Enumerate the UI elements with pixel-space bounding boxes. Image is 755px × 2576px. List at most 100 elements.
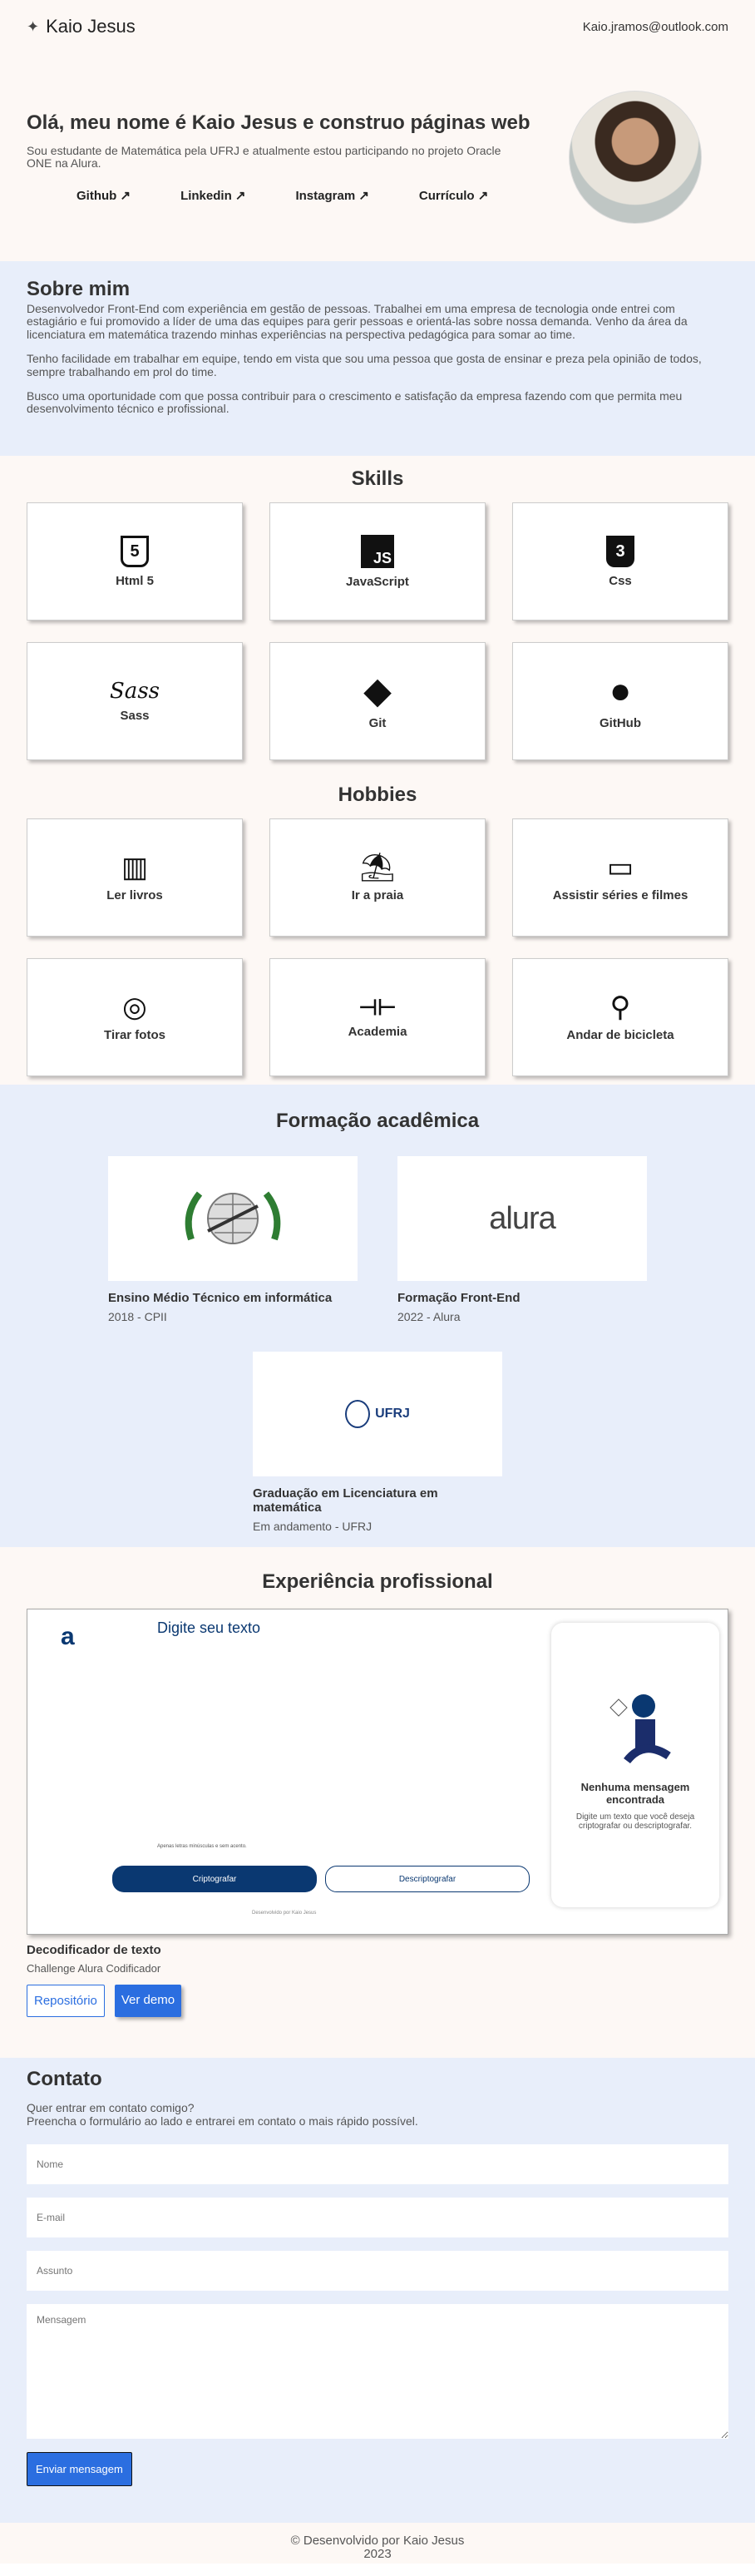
- cpii-emblem-icon: [185, 1191, 281, 1244]
- name-input[interactable]: [27, 2144, 728, 2184]
- css3-icon: 3: [606, 535, 634, 567]
- app-hint: Apenas letras minúsculas e sem acento.: [157, 1844, 247, 1849]
- contact-line: Preencha o formulário ao lado e entrarei…: [27, 2114, 418, 2128]
- education-title: Ensino Médio Técnico em informática: [108, 1291, 333, 1305]
- contact-title: Contato: [27, 2068, 102, 2090]
- skills-grid: 5 Html 5 JS JavaScript 3 Css Sass Sass ◆…: [0, 502, 755, 760]
- education-card: Ensino Médio Técnico em informática 2018…: [108, 1156, 358, 1323]
- app-footer: Desenvolvido por Kaio Jesus: [252, 1911, 317, 1916]
- books-icon: ▥: [121, 851, 149, 883]
- sparkle-icon: ✦: [27, 17, 40, 35]
- skill-label: Sass: [120, 708, 150, 723]
- resume-link[interactable]: Currículo ↗: [419, 188, 488, 203]
- demo-button[interactable]: Ver demo: [114, 1985, 182, 2017]
- skill-label: JavaScript: [346, 574, 409, 589]
- hobby-label: Ir a praia: [351, 888, 404, 902]
- avatar: [569, 91, 702, 224]
- hobby-card-bike: ⚲ Andar de bicicleta: [512, 958, 728, 1076]
- app-placeholder: Digite seu texto: [157, 1619, 261, 1636]
- about-paragraph: Desenvolvedor Front-End com experiência …: [27, 302, 688, 341]
- about-title: Sobre mim: [27, 278, 131, 300]
- hero-title: Olá, meu nome é Kaio Jesus e construo pá…: [27, 111, 530, 134]
- project-screenshot[interactable]: a Digite seu texto Apenas letras minúscu…: [27, 1609, 728, 1935]
- education-row: Ensino Médio Técnico em informática 2018…: [0, 1156, 755, 1323]
- about-paragraph: Tenho facilidade em trabalhar em equipe,…: [27, 352, 702, 378]
- panel-title: Nenhuma mensagem encontrada: [580, 1781, 690, 1806]
- message-textarea[interactable]: [27, 2304, 728, 2439]
- education-sub: 2022 - Alura: [397, 1310, 461, 1323]
- skill-card-html: 5 Html 5: [27, 502, 243, 621]
- education-title: Graduação em Licenciatura em matemática: [253, 1486, 438, 1515]
- hobby-card-tv: ▭ Assistir séries e filmes: [512, 818, 728, 937]
- footer-credit: © Desenvolvido por Kaio Jesus: [290, 2534, 465, 2548]
- project-desc: Challenge Alura Codificador: [27, 1962, 161, 1975]
- send-button[interactable]: Enviar mensagem: [27, 2452, 132, 2486]
- contact-line: Quer entrar em contato comigo?: [27, 2101, 195, 2114]
- sass-icon: Sass: [110, 678, 160, 704]
- email-link[interactable]: Kaio.jramos@outlook.com: [583, 20, 728, 34]
- brand-name: Kaio Jesus: [46, 16, 136, 37]
- bicycle-icon: ⚲: [609, 991, 631, 1023]
- repository-button[interactable]: Repositório: [27, 1985, 105, 2017]
- education-sub: Em andamento - UFRJ: [253, 1520, 373, 1533]
- education-sub: 2018 - CPII: [108, 1310, 167, 1323]
- social-links: Github ↗ Linkedin ↗ Instagram ↗ Currícul…: [27, 188, 530, 203]
- beach-umbrella-icon: ⛱: [359, 851, 396, 883]
- hobbies-title: Hobbies: [338, 784, 417, 806]
- skills-title: Skills: [351, 467, 404, 490]
- ufrj-logo: UFRJ: [253, 1352, 502, 1476]
- skill-card-github: ● GitHub: [512, 642, 728, 760]
- github-link[interactable]: Github ↗: [76, 188, 131, 203]
- education-card: UFRJ Graduação em Licenciatura em matemá…: [253, 1352, 502, 1533]
- about-paragraph: Busco uma oportunidade com que possa con…: [27, 388, 683, 416]
- hero-subtitle: Sou estudante de Matemática pela UFRJ e …: [27, 143, 501, 170]
- education-card: alura Formação Front-End 2022 - Alura: [397, 1156, 647, 1323]
- experience-section: Experiência profissional a Digite seu te…: [0, 1547, 755, 2058]
- camera-icon: ◎: [122, 991, 147, 1023]
- skill-card-sass: Sass Sass: [27, 642, 243, 760]
- education-title: Formação Front-End: [397, 1291, 521, 1305]
- project-name: Decodificador de texto: [27, 1943, 161, 1957]
- hobby-card-beach: ⛱ Ir a praia: [269, 818, 486, 937]
- email-input[interactable]: [27, 2198, 728, 2237]
- tv-icon: ▭: [606, 851, 634, 883]
- hobby-card-photo: ◎ Tirar fotos: [27, 958, 243, 1076]
- ufrj-emblem-icon: [345, 1400, 371, 1428]
- skill-label: GitHub: [600, 715, 641, 730]
- about-section: Sobre mim Desenvolvedor Front-End com ex…: [0, 261, 755, 456]
- app-result-panel: Nenhuma mensagem encontrada Digite um te…: [551, 1623, 719, 1907]
- skill-card-js: JS JavaScript: [269, 502, 486, 621]
- brand[interactable]: ✦ Kaio Jesus: [27, 16, 136, 37]
- education-section: Formação acadêmica Ensino Médio Técnico …: [0, 1085, 755, 1547]
- git-icon: ◆: [363, 670, 392, 711]
- linkedin-link[interactable]: Linkedin ↗: [180, 188, 245, 203]
- hobby-label: Andar de bicicleta: [566, 1027, 674, 1042]
- experience-title: Experiência profissional: [262, 1570, 493, 1593]
- hobby-card-books: ▥ Ler livros: [27, 818, 243, 937]
- panel-text: Digite um texto que você deseja criptogr…: [575, 1812, 695, 1831]
- html5-icon: 5: [121, 535, 149, 567]
- site-header: ✦ Kaio Jesus Kaio.jramos@outlook.com: [0, 0, 755, 53]
- github-icon: ●: [609, 670, 632, 711]
- alura-logo: alura: [397, 1156, 647, 1281]
- skill-label: Css: [609, 573, 632, 588]
- hobby-label: Assistir séries e filmes: [552, 888, 688, 902]
- contact-section: Contato Quer entrar em contato comigo? P…: [0, 2058, 755, 2523]
- skill-card-css: 3 Css: [512, 502, 728, 621]
- education-row: UFRJ Graduação em Licenciatura em matemá…: [0, 1352, 755, 1533]
- education-title: Formação acadêmica: [275, 1110, 480, 1132]
- app-encrypt-button: Criptografar: [112, 1866, 317, 1892]
- instagram-link[interactable]: Instagram ↗: [295, 188, 368, 203]
- hobby-label: Tirar fotos: [104, 1027, 165, 1042]
- cpii-logo: [108, 1156, 358, 1281]
- skill-label: Git: [368, 715, 387, 730]
- footer-year: 2023: [363, 2546, 392, 2561]
- skill-label: Html 5: [116, 573, 154, 588]
- javascript-icon: JS: [361, 534, 394, 568]
- hero-section: Olá, meu nome é Kaio Jesus e construo pá…: [0, 53, 755, 261]
- subject-input[interactable]: [27, 2251, 728, 2291]
- hobby-card-gym: ⊣⊢ Academia: [269, 958, 486, 1076]
- hobby-label: Ler livros: [106, 888, 163, 902]
- ufrj-wordmark: UFRJ: [375, 1407, 410, 1421]
- app-logo-icon: a: [61, 1623, 75, 1650]
